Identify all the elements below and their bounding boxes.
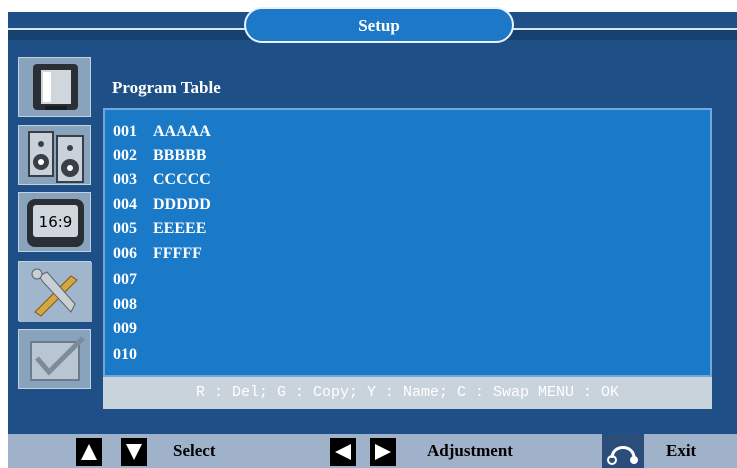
program-row[interactable]: 001 AAAAA [113, 120, 211, 144]
page-title: Setup [244, 7, 514, 43]
program-number: 003 [113, 171, 137, 188]
program-row[interactable]: 004 DDDDD [113, 193, 211, 217]
program-name: EEEEE [153, 220, 207, 237]
aspect-ratio-icon: 16:9 [27, 199, 84, 247]
program-number: 007 [113, 271, 137, 288]
adjustment-label: Adjustment [427, 441, 513, 460]
program-number: 010 [113, 346, 137, 363]
tools-icon [19, 262, 92, 322]
section-title: Program Table [112, 78, 221, 97]
program-row[interactable]: 009 [113, 317, 153, 341]
sidebar-item-audio[interactable] [18, 125, 91, 185]
return-arrow-icon [607, 446, 638, 465]
program-number: 005 [113, 220, 137, 237]
program-row[interactable]: 003 CCCCC [113, 168, 211, 192]
key-hint-bar: R : Del; G : Copy; Y : Name; C : Swap ME… [103, 377, 712, 409]
program-number: 002 [113, 147, 137, 164]
program-name: BBBBB [153, 147, 207, 164]
aspect-ratio-label: 16:9 [39, 213, 73, 231]
program-number: 009 [113, 320, 137, 337]
arrow-down-icon [126, 444, 142, 460]
program-name: AAAAA [153, 123, 211, 140]
exit-label: Exit [666, 441, 697, 460]
program-number: 004 [113, 196, 137, 213]
down-arrow-key[interactable] [121, 438, 147, 466]
right-arrow-key[interactable] [370, 438, 396, 466]
speakers-icon [28, 131, 84, 183]
program-row[interactable]: 010 [113, 343, 153, 367]
exit-key[interactable] [602, 434, 644, 468]
left-arrow-key[interactable] [330, 438, 356, 466]
program-table: 001 AAAAA 002 BBBBB 003 CCCCC 004 DDDDD 005 E… [103, 108, 712, 377]
program-row[interactable]: 007 [113, 268, 153, 292]
program-row[interactable]: 008 [113, 293, 153, 317]
sidebar-item-aspect[interactable]: 16:9 [18, 192, 91, 252]
program-number: 001 [113, 123, 137, 140]
sidebar-item-tv[interactable] [18, 57, 91, 117]
program-number: 006 [113, 245, 137, 262]
program-row[interactable]: 002 BBBBB [113, 144, 206, 168]
setup-screen: Setup 16:9 Program Table 001 AAAAA 002 B… [0, 0, 737, 468]
arrow-left-icon [335, 444, 351, 460]
sidebar-item-settings[interactable] [18, 261, 92, 322]
select-label: Select [173, 441, 216, 460]
program-name: CCCCC [153, 171, 211, 188]
arrow-up-icon [81, 444, 97, 460]
sidebar-item-confirm[interactable] [18, 329, 91, 389]
program-row[interactable]: 006 FFFFF [113, 242, 202, 266]
checkmark-icon [30, 336, 85, 381]
program-row[interactable]: 005 EEEEE [113, 217, 206, 241]
up-arrow-key[interactable] [76, 438, 102, 466]
program-name: FFFFF [153, 245, 202, 262]
program-name: DDDDD [153, 196, 211, 213]
program-number: 008 [113, 296, 137, 313]
tv-icon [33, 64, 78, 110]
arrow-right-icon [375, 444, 391, 460]
